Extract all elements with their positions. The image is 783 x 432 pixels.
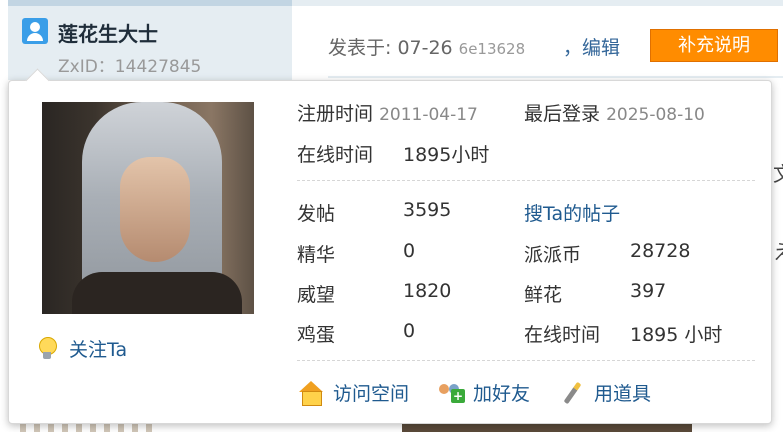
register-time: 注册时间 2011-04-17 bbox=[297, 99, 478, 126]
magic-wand-icon bbox=[558, 381, 586, 405]
background-text: 文 bbox=[773, 158, 783, 187]
last-login-value: 2025-08-10 bbox=[606, 105, 705, 125]
action-bar: 访问空间 加好友 用道具 bbox=[297, 379, 679, 406]
supplement-button[interactable]: 补充说明 bbox=[650, 29, 778, 62]
online-time-value: 1895小时 bbox=[403, 144, 490, 166]
divider bbox=[297, 180, 755, 181]
background-strip bbox=[20, 424, 160, 432]
add-friend-button[interactable]: 加好友 bbox=[437, 379, 530, 406]
last-login-label: 最后登录 bbox=[524, 103, 601, 125]
use-item-label: 用道具 bbox=[594, 383, 652, 405]
add-friend-label: 加好友 bbox=[473, 383, 531, 405]
flowers-value: 397 bbox=[630, 280, 667, 302]
lightbulb-icon bbox=[37, 336, 57, 361]
post-header-divider bbox=[328, 76, 783, 78]
post-hash: 6e13628 bbox=[458, 40, 526, 58]
edit-link[interactable]: ，编辑 bbox=[563, 33, 620, 60]
online-time-label: 在线时间 bbox=[297, 144, 374, 166]
register-time-value: 2011-04-17 bbox=[379, 105, 478, 125]
user-icon bbox=[22, 18, 48, 44]
add-friend-icon bbox=[437, 381, 466, 405]
eggs-value: 0 bbox=[403, 320, 416, 342]
posts-value: 3595 bbox=[403, 199, 452, 221]
user-info-card: 关注Ta 注册时间 2011-04-17 最后登录 2025-08-10 在线时… bbox=[8, 80, 772, 424]
divider bbox=[297, 360, 755, 361]
elite-label: 精华 bbox=[297, 244, 336, 266]
background-text: え bbox=[773, 236, 783, 265]
eggs-label: 鸡蛋 bbox=[297, 324, 336, 346]
visit-space-button[interactable]: 访问空间 bbox=[297, 379, 409, 406]
follow-label: 关注Ta bbox=[69, 339, 128, 361]
avatar-coat bbox=[72, 272, 242, 314]
last-login: 最后登录 2025-08-10 bbox=[524, 99, 705, 126]
avatar[interactable] bbox=[42, 102, 254, 314]
house-icon bbox=[297, 380, 325, 406]
search-posts-link[interactable]: 搜Ta的帖子 bbox=[524, 199, 620, 226]
elite-value: 0 bbox=[403, 240, 416, 262]
coins-label: 派派币 bbox=[524, 244, 582, 266]
posts-label: 发帖 bbox=[297, 203, 336, 225]
online-time-value: 1895 小时 bbox=[630, 324, 723, 346]
author-name[interactable]: 莲花生大士 bbox=[58, 18, 158, 47]
use-item-button[interactable]: 用道具 bbox=[558, 379, 651, 406]
register-time-label: 注册时间 bbox=[297, 103, 374, 125]
background-image-strip bbox=[402, 424, 692, 432]
post-time-label: 发表于: 07-26 bbox=[328, 37, 453, 59]
visit-space-label: 访问空间 bbox=[333, 383, 410, 405]
online-time-label: 在线时间 bbox=[524, 324, 601, 346]
prestige-value: 1820 bbox=[403, 280, 452, 302]
prestige-label: 威望 bbox=[297, 284, 336, 306]
post-time: 发表于: 07-26 6e13628 bbox=[328, 33, 525, 60]
avatar-face bbox=[120, 157, 190, 262]
follow-button[interactable]: 关注Ta bbox=[37, 335, 127, 362]
flowers-label: 鲜花 bbox=[524, 284, 563, 306]
coins-value: 28728 bbox=[630, 240, 691, 262]
author-id: ZxID：14427845 bbox=[58, 57, 202, 77]
